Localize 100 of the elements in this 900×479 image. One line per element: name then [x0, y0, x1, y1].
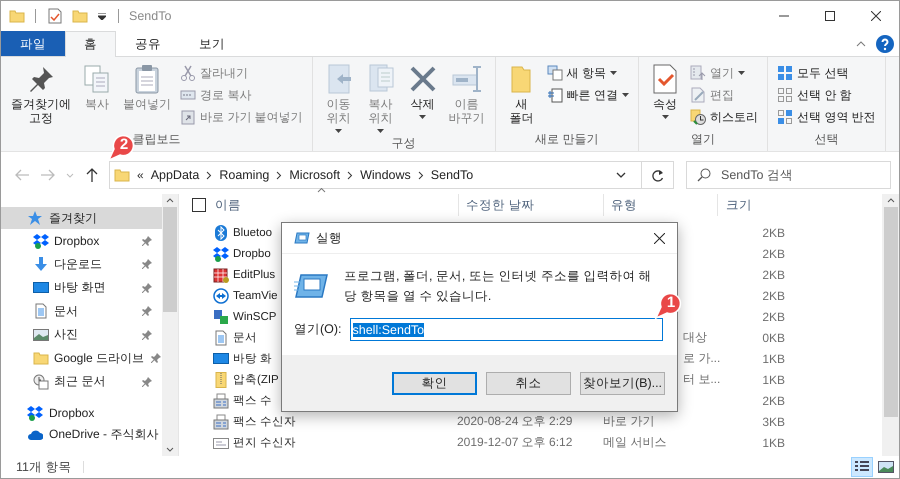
folder-icon [33, 350, 49, 366]
file-tab[interactable]: 파일 [1, 31, 65, 56]
sidebar-item[interactable]: OneDrive - 주식회사 [1, 424, 162, 446]
file-name[interactable]: TeamVie [233, 290, 278, 302]
ribbon-button[interactable]: 새 항목 [544, 63, 632, 83]
scrollbar[interactable] [882, 194, 899, 456]
invert-selection-icon [777, 109, 794, 125]
properties-button[interactable] [46, 6, 64, 26]
field-label: 열기(O): [294, 321, 342, 338]
scrollbar[interactable] [162, 194, 178, 456]
folder-icon [72, 8, 88, 24]
ribbon-button[interactable]: 히스토리 [687, 107, 762, 127]
file-name[interactable]: WinSCP [233, 310, 276, 322]
caret-icon [610, 71, 618, 75]
ribbon-tab[interactable]: 홈 [65, 31, 116, 57]
sidebar-item[interactable]: 바탕 화면 [1, 276, 162, 300]
column-header[interactable]: 수정한 날짜 [459, 194, 604, 216]
checkmark-document-icon [48, 8, 62, 24]
sidebar-item[interactable]: 최근 문서 [1, 370, 162, 394]
table-cell: 2KB [762, 246, 785, 260]
column-header[interactable]: 크기 [718, 194, 793, 216]
file-name[interactable]: Bluetoo [233, 226, 272, 238]
ribbon-button[interactable]: 새 폴더 [502, 61, 542, 128]
caret-icon [419, 114, 426, 119]
table-cell: 메일 서비스 [603, 434, 666, 451]
group-label: 새로 만들기 [535, 131, 599, 148]
new-item-icon [546, 65, 563, 81]
dialog-title: 실행 [316, 230, 342, 246]
ribbon-button[interactable]: 모두 선택 [774, 63, 879, 83]
sidebar-item[interactable]: 사진 [1, 323, 162, 346]
overflow-chevron[interactable]: « [137, 168, 144, 182]
group-label: 클립보드 [132, 131, 180, 148]
select-none-icon [777, 87, 794, 103]
sidebar-item[interactable]: Dropbox [1, 229, 162, 252]
fax-icon [213, 392, 229, 408]
pin-icon [151, 353, 162, 364]
file-name[interactable]: 편지 수신자 [233, 435, 296, 450]
ribbon-tab[interactable]: 공유 [116, 31, 180, 56]
caret-icon [622, 93, 630, 97]
ribbon-button[interactable]: 빠른 연결 [544, 85, 632, 105]
dialog-message: 프로그램, 폴더, 문서, 또는 인터넷 주소를 입력하여 해당 항목을 열 수 있습니다. [344, 268, 653, 305]
chevron-up-icon [166, 198, 174, 203]
breadcrumb[interactable]: Microsoft [289, 168, 340, 182]
column-header[interactable]: 이름 [206, 194, 459, 216]
file-name[interactable]: Dropbo [233, 248, 271, 260]
sidebar-item[interactable]: Dropbox [1, 402, 162, 424]
search-field[interactable]: SendTo 검색 [686, 161, 891, 189]
quick-link-icon [546, 87, 563, 103]
bluetooth-icon [213, 224, 229, 240]
rename-icon [450, 63, 483, 95]
breadcrumb[interactable]: Roaming [219, 168, 270, 182]
file-name[interactable]: 팩스 수신자 [233, 414, 296, 429]
window-title: SendTo [129, 9, 172, 23]
chevron-icon [276, 170, 282, 180]
download-icon [33, 256, 49, 272]
breadcrumb[interactable]: SendTo [430, 168, 474, 182]
ribbon-tab[interactable]: 보기 [180, 31, 244, 56]
ribbon-button[interactable]: 즐겨찾기에 고정 [7, 61, 75, 128]
dialog-button[interactable]: 확인 [392, 372, 477, 394]
sidebar-item[interactable]: 다운로드 [1, 252, 162, 276]
ribbon-button[interactable]: 선택 안 함 [774, 85, 879, 105]
table-cell: 1KB [762, 436, 785, 450]
file-name[interactable]: EditPlus [233, 268, 276, 280]
sidebar-item[interactable]: 즐겨찾기 [1, 207, 162, 229]
file-name[interactable]: 압축(ZIP [233, 372, 279, 387]
ribbon-button[interactable]: 속성 [645, 61, 686, 121]
caret-icon [335, 128, 342, 133]
input-field[interactable]: shell:SendTo [350, 318, 663, 341]
customize-toolbar-button[interactable] [96, 10, 108, 22]
ribbon-button[interactable]: 선택 영역 반전 [774, 107, 879, 127]
shortcut-paste-icon [180, 109, 196, 125]
file-name[interactable]: 바탕 화 [233, 351, 272, 366]
select-all-icon [777, 65, 794, 81]
editor-icon [213, 266, 229, 282]
sidebar-item[interactable]: 문서 [1, 300, 162, 323]
table-cell: 바로 가기 [603, 413, 654, 430]
dropbox-icon [27, 404, 43, 420]
remote-icon [213, 288, 229, 304]
scissors-icon [180, 65, 196, 81]
sidebar-item[interactable]: Google 드라이브 [1, 346, 162, 370]
select-all-checkbox[interactable] [192, 198, 206, 212]
breadcrumb[interactable]: AppData [150, 168, 200, 182]
file-name[interactable]: 팩스 수 [233, 393, 272, 408]
breadcrumb[interactable]: Windows [360, 168, 411, 182]
pin-icon [142, 282, 152, 293]
chevron-up-icon [886, 198, 894, 203]
chevron-icon [206, 170, 212, 180]
view-button[interactable] [851, 457, 873, 477]
dialog-button[interactable]: 찾아보기(B)... [580, 372, 665, 394]
ribbon-button[interactable]: 삭제 [402, 61, 443, 121]
column-header[interactable]: 유형 [604, 194, 718, 216]
file-name[interactable]: 문서 [233, 330, 257, 345]
table-cell: 2KB [762, 310, 785, 324]
pin-icon [142, 236, 152, 246]
dialog-button[interactable]: 취소 [486, 372, 571, 394]
close-icon [871, 11, 881, 21]
address-bar[interactable]: « AppData Roaming Microsoft Windows SendTo [109, 161, 674, 189]
item-count: 11개 항목 [16, 458, 72, 476]
picture-icon [33, 326, 49, 343]
large-icons-view-icon [878, 461, 894, 473]
